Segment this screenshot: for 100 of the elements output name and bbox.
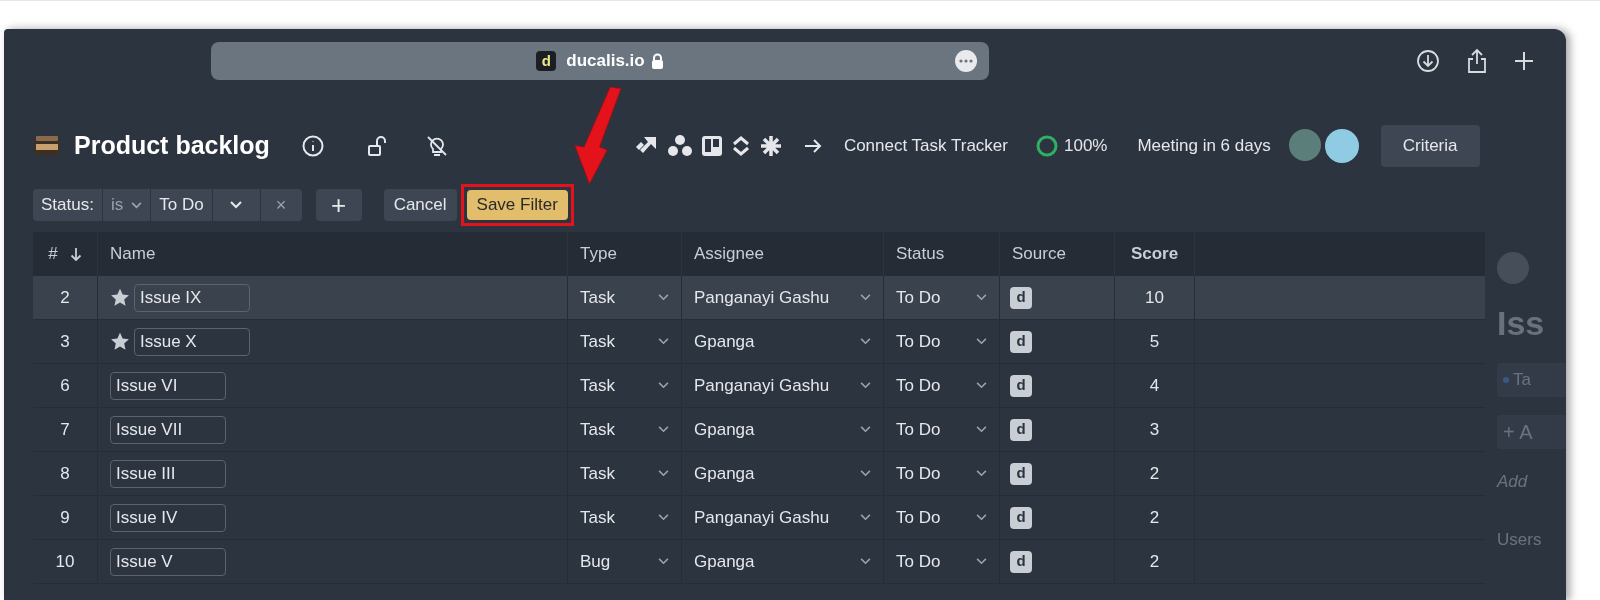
assignee-dropdown[interactable]: Panganayi Gashu bbox=[694, 504, 830, 531]
star-icon[interactable] bbox=[110, 288, 130, 307]
type-dropdown[interactable]: Task bbox=[580, 284, 615, 311]
row-number: 8 bbox=[60, 462, 70, 485]
assignee-dropdown[interactable]: Gpanga bbox=[694, 416, 755, 443]
assignee-dropdown[interactable]: Gpanga bbox=[694, 328, 755, 355]
assignee-dropdown[interactable]: Gpanga bbox=[694, 460, 755, 487]
chevron-down-icon[interactable] bbox=[976, 470, 987, 477]
name-field[interactable]: Issue X bbox=[134, 327, 250, 356]
chevron-down-icon[interactable] bbox=[860, 426, 871, 433]
chevron-down-icon[interactable] bbox=[860, 558, 871, 565]
row-number: 3 bbox=[60, 330, 70, 353]
more-icon[interactable] bbox=[955, 50, 977, 72]
row-number: 9 bbox=[60, 506, 70, 529]
assignee-dropdown[interactable]: Gpanga bbox=[694, 548, 755, 575]
connect-link[interactable]: Connect Task Tracker bbox=[843, 133, 1008, 159]
score-value: 2 bbox=[1149, 550, 1160, 573]
name-field[interactable]: Issue III bbox=[110, 459, 226, 488]
chevron-down-icon[interactable] bbox=[860, 294, 871, 301]
table-row[interactable]: 3 Issue X Task Gpanga To Do d 5 bbox=[33, 320, 1485, 364]
chevron-down-icon[interactable] bbox=[658, 514, 669, 521]
cancel-button[interactable]: Cancel bbox=[383, 189, 457, 221]
column-header[interactable]: # bbox=[48, 241, 58, 267]
source-badge: d bbox=[1010, 550, 1032, 573]
chevron-down-icon[interactable] bbox=[658, 426, 669, 433]
source-badge: d bbox=[1010, 506, 1032, 529]
status-dropdown[interactable]: To Do bbox=[896, 328, 941, 355]
name-field[interactable]: Issue V bbox=[110, 547, 226, 576]
sort-arrow-icon[interactable] bbox=[69, 247, 82, 261]
plus-icon[interactable] bbox=[1514, 51, 1534, 71]
name-field[interactable]: Issue VII bbox=[110, 415, 226, 444]
share-icon[interactable] bbox=[1466, 48, 1488, 74]
value-dropdown[interactable]: To Do bbox=[150, 189, 212, 221]
status-dropdown[interactable]: To Do bbox=[896, 460, 941, 487]
info-icon[interactable] bbox=[301, 135, 324, 157]
chevron-down-icon[interactable] bbox=[860, 338, 871, 345]
board-icon[interactable] bbox=[701, 136, 722, 156]
column-header[interactable]: Name bbox=[110, 241, 156, 267]
chevron-down-icon[interactable] bbox=[658, 294, 669, 301]
column-header[interactable]: Score bbox=[1130, 241, 1179, 267]
type-dropdown[interactable]: Task bbox=[580, 372, 615, 399]
row-number: 7 bbox=[60, 418, 70, 441]
status-dropdown[interactable]: To Do bbox=[896, 504, 941, 531]
save-filter-button[interactable]: Save Filter bbox=[466, 190, 568, 220]
chevron-down-icon[interactable] bbox=[860, 514, 871, 521]
status-dropdown[interactable]: To Do bbox=[896, 372, 941, 399]
score-value: 2 bbox=[1149, 506, 1160, 529]
chevrons-icon[interactable] bbox=[731, 135, 750, 157]
score-value: 5 bbox=[1149, 330, 1160, 353]
table-row[interactable]: 9 Issue IV Task Panganayi Gashu To Do d 2 bbox=[33, 496, 1485, 540]
name-field[interactable]: Issue IX bbox=[134, 283, 250, 312]
status-dropdown[interactable]: To Do bbox=[896, 548, 941, 575]
chevron-down-icon[interactable] bbox=[976, 294, 987, 301]
users-label: Users bbox=[1497, 528, 1543, 551]
chevron-down-icon[interactable] bbox=[860, 470, 871, 477]
type-dropdown[interactable]: Task bbox=[580, 460, 615, 487]
chevron-down-icon[interactable] bbox=[658, 382, 669, 389]
add-filter-button[interactable]: + bbox=[315, 189, 362, 221]
site-badge: d bbox=[536, 51, 557, 71]
table-row[interactable]: 6 Issue VI Task Panganayi Gashu To Do d 4 bbox=[33, 364, 1485, 408]
chevron-down-icon[interactable] bbox=[860, 382, 871, 389]
asterisk-icon[interactable] bbox=[759, 135, 782, 157]
star-icon[interactable] bbox=[110, 332, 130, 351]
unlock-icon[interactable] bbox=[365, 135, 388, 157]
assignee-dropdown[interactable]: Panganayi Gashu bbox=[694, 284, 830, 311]
download-icon[interactable] bbox=[1416, 49, 1440, 73]
type-dropdown[interactable]: Task bbox=[580, 504, 615, 531]
column-header[interactable]: Type bbox=[580, 241, 617, 267]
url-text: ducalis.io bbox=[566, 50, 645, 73]
type-dropdown[interactable]: Bug bbox=[580, 548, 611, 575]
column-header[interactable]: Source bbox=[1012, 241, 1066, 267]
chevron-down-icon[interactable] bbox=[658, 470, 669, 477]
folder-icon bbox=[34, 136, 60, 156]
name-field[interactable]: Issue IV bbox=[110, 503, 226, 532]
chevron-down-icon[interactable] bbox=[976, 426, 987, 433]
table-row[interactable]: 7 Issue VII Task Gpanga To Do d 3 bbox=[33, 408, 1485, 452]
chevron-down-icon[interactable] bbox=[976, 338, 987, 345]
chevron-down-icon[interactable] bbox=[658, 558, 669, 565]
arrow-right-icon bbox=[803, 138, 822, 154]
assignee-dropdown[interactable]: Panganayi Gashu bbox=[694, 372, 830, 399]
name-field[interactable]: Issue VI bbox=[110, 371, 226, 400]
column-header[interactable]: Assignee bbox=[694, 241, 764, 267]
status-dropdown[interactable]: To Do bbox=[896, 416, 941, 443]
chevron-down-icon[interactable] bbox=[976, 382, 987, 389]
table-row[interactable]: 10 Issue V Bug Gpanga To Do d 2 bbox=[33, 540, 1485, 584]
table-row[interactable]: 8 Issue III Task Gpanga To Do d 2 bbox=[33, 452, 1485, 496]
operator-dropdown[interactable]: is bbox=[101, 189, 151, 221]
status-dropdown[interactable]: To Do bbox=[896, 284, 941, 311]
bulb-off-icon[interactable] bbox=[425, 135, 448, 157]
column-header[interactable]: Status bbox=[896, 241, 945, 267]
table-row[interactable]: 2 Issue IX Task Panganayi Gashu To Do d 10 bbox=[33, 276, 1485, 320]
type-dropdown[interactable]: Task bbox=[580, 328, 615, 355]
remove-filter-button[interactable]: × bbox=[259, 189, 302, 221]
three-dots-icon[interactable] bbox=[667, 135, 692, 157]
chevron-down-icon[interactable] bbox=[976, 514, 987, 521]
chevron-down-icon[interactable] bbox=[976, 558, 987, 565]
criteria-button[interactable]: Criteria bbox=[1380, 125, 1480, 167]
type-dropdown[interactable]: Task bbox=[580, 416, 615, 443]
address-bar[interactable]: d ducalis.io bbox=[211, 42, 989, 80]
chevron-down-icon[interactable] bbox=[658, 338, 669, 345]
